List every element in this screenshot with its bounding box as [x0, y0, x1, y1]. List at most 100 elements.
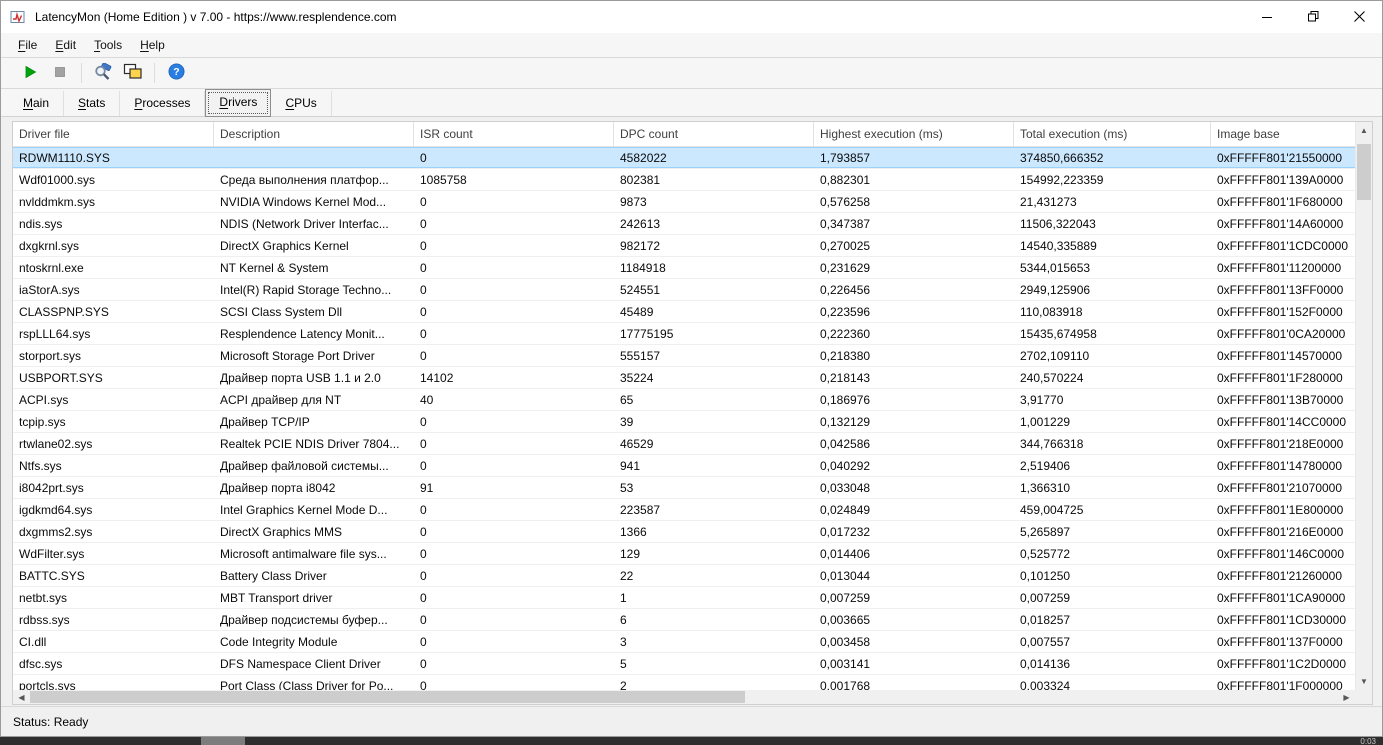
table-row[interactable]: CLASSPNP.SYS SCSI Class System Dll 0 45489 0…: [13, 301, 1355, 323]
table-row[interactable]: rtwlane02.sys Realtek PCIE NDIS Driver 78…: [13, 433, 1355, 455]
cell: 14540,335889: [1020, 238, 1097, 253]
menu-item-help[interactable]: Help: [131, 35, 174, 55]
cell: 223587: [620, 502, 661, 517]
cell: 0,017232: [820, 524, 871, 539]
tab-drivers[interactable]: Drivers: [205, 89, 272, 117]
cell: NVIDIA Windows Kernel Mod...: [220, 194, 387, 209]
cell: 242613: [620, 216, 661, 231]
table-row[interactable]: rdbss.sys Драйвер подсистемы буфер... 0 6 0,…: [13, 609, 1355, 631]
cell: Microsoft Storage Port Driver: [220, 348, 375, 363]
horizontal-scroll-thumb[interactable]: [30, 691, 745, 703]
table-row[interactable]: dxgmms2.sys DirectX Graphics MMS 0 1366 0,01…: [13, 521, 1355, 543]
cell: 0: [420, 678, 427, 691]
start-monitor-button[interactable]: [15, 60, 45, 86]
cell: 17775195: [620, 326, 674, 341]
cell: 0: [420, 546, 427, 561]
table-row[interactable]: ACPI.sys ACPI драйвер для NT 40 65 0,186976 3…: [13, 389, 1355, 411]
table-row[interactable]: iaStorA.sys Intel(R) Rapid Storage Techno…: [13, 279, 1355, 301]
cell: Драйвер порта i8042: [220, 480, 336, 495]
minimize-button[interactable]: [1244, 1, 1290, 33]
vertical-scroll-thumb[interactable]: [1357, 144, 1371, 200]
table-row[interactable]: CI.dll Code Integrity Module 0 3 0,003458 0,0…: [13, 631, 1355, 653]
cell: Microsoft antimalware file sys...: [220, 546, 387, 561]
column-header-dpc-count[interactable]: DPC count: [614, 122, 814, 146]
menu-item-tools[interactable]: Tools: [85, 35, 131, 55]
table-row[interactable]: netbt.sys MBT Transport driver 0 1 0,007259 0…: [13, 587, 1355, 609]
scroll-right-button[interactable]: ▶: [1338, 690, 1355, 704]
cell: igdkmd64.sys: [19, 502, 93, 517]
cell: 5344,015653: [1020, 260, 1091, 275]
scroll-down-button[interactable]: ▼: [1356, 673, 1372, 690]
cell: 0: [420, 568, 427, 583]
table-row[interactable]: nvlddmkm.sys NVIDIA Windows Kernel Mod...…: [13, 191, 1355, 213]
column-header-description[interactable]: Description: [214, 122, 414, 146]
latencymon-window: LatencyMon (Home Edition ) v 7.00 - http…: [0, 0, 1383, 737]
menu-item-edit[interactable]: Edit: [46, 35, 85, 55]
table-row[interactable]: ndis.sys NDIS (Network Driver Interfac...…: [13, 213, 1355, 235]
cell: 0xFFFFF801'13B70000: [1217, 392, 1344, 407]
cell: 0,040292: [820, 458, 871, 473]
cell: 0: [420, 216, 427, 231]
cell: BATTC.SYS: [19, 568, 85, 583]
cell: 0,003324: [1020, 678, 1071, 691]
horizontal-scrollbar[interactable]: ◀ ▶: [13, 690, 1355, 704]
column-header-driver-file[interactable]: Driver file: [13, 122, 214, 146]
stop-monitor-button[interactable]: [45, 60, 75, 86]
column-header-total-execution-ms-[interactable]: Total execution (ms): [1014, 122, 1211, 146]
vertical-scrollbar[interactable]: ▲ ▼: [1355, 122, 1372, 690]
column-header-highest-execution-ms-[interactable]: Highest execution (ms): [814, 122, 1014, 146]
tab-stats[interactable]: Stats: [64, 91, 121, 116]
table-row[interactable]: dxgkrnl.sys DirectX Graphics Kernel 0 98217…: [13, 235, 1355, 257]
stop-icon: [54, 66, 66, 81]
cell: 0: [420, 348, 427, 363]
table-row[interactable]: tcpip.sys Драйвер TCP/IP 0 39 0,132129 1,0012…: [13, 411, 1355, 433]
cell: 0xFFFFF801'1E800000: [1217, 502, 1344, 517]
help-button[interactable]: ?: [161, 60, 191, 86]
table-row[interactable]: i8042prt.sys Драйвер порта i8042 91 53 0,033…: [13, 477, 1355, 499]
tab-cpus[interactable]: CPUs: [271, 91, 332, 116]
tab-main[interactable]: Main: [9, 91, 65, 116]
table-row[interactable]: portcls.sys Port Class (Class Driver for …: [13, 675, 1355, 690]
table-row[interactable]: RDWM1110.SYS 0 4582022 1,793857 374850,66635…: [13, 147, 1355, 169]
cell: 941: [620, 458, 641, 473]
column-header-isr-count[interactable]: ISR count: [414, 122, 614, 146]
column-header-image-base[interactable]: Image base: [1211, 122, 1355, 146]
cell: 0: [420, 194, 427, 209]
table-row[interactable]: WdFilter.sys Microsoft antimalware file s…: [13, 543, 1355, 565]
restore-button[interactable]: [1290, 1, 1336, 33]
table-row[interactable]: BATTC.SYS Battery Class Driver 0 22 0,013044…: [13, 565, 1355, 587]
cell: 374850,666352: [1020, 150, 1104, 165]
table-row[interactable]: Ntfs.sys Драйвер файловой системы... 0 941 0…: [13, 455, 1355, 477]
menu-item-file[interactable]: File: [9, 35, 46, 55]
tab-processes[interactable]: Processes: [120, 91, 206, 116]
table-row[interactable]: USBPORT.SYS Драйвер порта USB 1.1 и 2.0 14…: [13, 367, 1355, 389]
system-report-button[interactable]: [88, 60, 118, 86]
recording-progress-bar[interactable]: 0:03: [0, 737, 1383, 745]
close-button[interactable]: [1336, 1, 1382, 33]
table-row[interactable]: ntoskrnl.exe NT Kernel & System 0 1184918 0,…: [13, 257, 1355, 279]
cell: Intel(R) Rapid Storage Techno...: [220, 282, 392, 297]
copy-report-button[interactable]: [118, 60, 148, 86]
app-icon: [10, 9, 28, 25]
scroll-up-button[interactable]: ▲: [1356, 122, 1372, 139]
table-row[interactable]: storport.sys Microsoft Storage Port Drive…: [13, 345, 1355, 367]
table-row[interactable]: igdkmd64.sys Intel Graphics Kernel Mode D…: [13, 499, 1355, 521]
cell: 1085758: [420, 172, 467, 187]
table-row[interactable]: Wdf01000.sys Среда выполнения платфор... 1…: [13, 169, 1355, 191]
scroll-left-button[interactable]: ◀: [13, 690, 30, 704]
cell: 0,042586: [820, 436, 871, 451]
cell: 0,231629: [820, 260, 871, 275]
cell: Среда выполнения платфор...: [220, 172, 389, 187]
menu-bar: File Edit Tools Help: [1, 33, 1382, 58]
cell: 0xFFFFF801'152F0000: [1217, 304, 1343, 319]
cell: 0,226456: [820, 282, 871, 297]
cell: 0xFFFFF801'14570000: [1217, 348, 1343, 363]
table-row[interactable]: rspLLL64.sys Resplendence Latency Monit..…: [13, 323, 1355, 345]
cell: DFS Namespace Client Driver: [220, 656, 381, 671]
cell: iaStorA.sys: [19, 282, 80, 297]
play-icon: [23, 65, 37, 82]
cell: nvlddmkm.sys: [19, 194, 96, 209]
table-row[interactable]: dfsc.sys DFS Namespace Client Driver 0 5 0,0…: [13, 653, 1355, 675]
cell: SCSI Class System Dll: [220, 304, 343, 319]
system-report-magnifier-icon: [93, 61, 113, 84]
